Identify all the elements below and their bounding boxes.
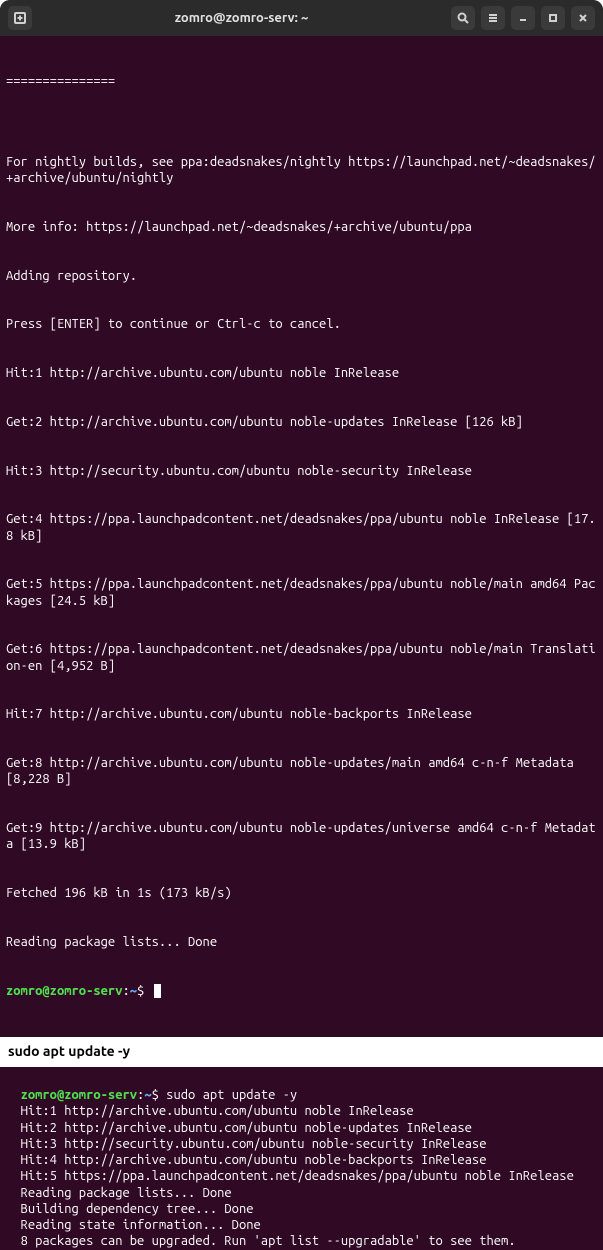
close-button[interactable] <box>571 6 595 30</box>
new-tab-button[interactable] <box>8 6 32 30</box>
terminal-line: Hit:3 http://security.ubuntu.com/ubuntu … <box>21 1137 487 1151</box>
terminal-line: Hit:5 https://ppa.launchpadcontent.net/d… <box>21 1169 574 1183</box>
window-title: zomro@zomro-serv: ~ <box>32 10 451 26</box>
terminal-line: Hit:3 http://security.ubuntu.com/ubuntu … <box>6 463 597 479</box>
titlebar: zomro@zomro-serv: ~ <box>0 0 603 36</box>
terminal-line: Reading package lists... Done <box>21 1186 232 1200</box>
close-icon <box>577 12 589 24</box>
terminal-line: Get:6 https://ppa.launchpadcontent.net/d… <box>6 641 597 674</box>
terminal-prompt: zomro@zomro-serv:~$ sudo apt update -y <box>21 1088 298 1102</box>
terminal-line: Get:4 https://ppa.launchpadcontent.net/d… <box>6 511 597 544</box>
search-icon <box>457 12 469 24</box>
terminal-prompt[interactable]: zomro@zomro-serv:~$ <box>6 983 597 999</box>
terminal-line: Get:9 http://archive.ubuntu.com/ubuntu n… <box>6 820 597 853</box>
terminal-line: Hit:1 http://archive.ubuntu.com/ubuntu n… <box>6 365 597 381</box>
prompt-user-host: zomro@zomro-serv <box>21 1088 137 1102</box>
minimize-icon <box>517 12 529 24</box>
maximize-icon <box>547 12 559 24</box>
terminal-line: For nightly builds, see ppa:deadsnakes/n… <box>6 154 597 187</box>
prompt-command: sudo apt update -y <box>166 1088 297 1102</box>
terminal-output-pane-2[interactable]: zomro@zomro-serv:~$ sudo apt update -y H… <box>0 1067 603 1250</box>
plus-box-icon <box>14 12 26 24</box>
prompt-symbol: $ <box>137 984 144 998</box>
terminal-line: Reading state information... Done <box>21 1218 261 1232</box>
command-caption: sudo apt update -y <box>0 1037 603 1067</box>
terminal-line: =============== <box>6 73 597 89</box>
prompt-symbol: $ <box>152 1088 159 1102</box>
terminal-line: Fetched 196 kB in 1s (173 kB/s) <box>6 885 597 901</box>
terminal-output-pane-1[interactable]: =============== For nightly builds, see … <box>0 36 603 1037</box>
maximize-button[interactable] <box>541 6 565 30</box>
terminal-line: Get:5 https://ppa.launchpadcontent.net/d… <box>6 576 597 609</box>
terminal-line: Hit:1 http://archive.ubuntu.com/ubuntu n… <box>21 1104 414 1118</box>
minimize-button[interactable] <box>511 6 535 30</box>
prompt-user-host: zomro@zomro-serv <box>6 984 122 998</box>
terminal-line: Building dependency tree... Done <box>21 1202 254 1216</box>
terminal-line: Hit:7 http://archive.ubuntu.com/ubuntu n… <box>6 706 597 722</box>
terminal-line: Adding repository. <box>6 268 597 284</box>
terminal-line: More info: https://launchpad.net/~deadsn… <box>6 219 597 235</box>
terminal-line: 8 packages can be upgraded. Run 'apt lis… <box>21 1234 516 1248</box>
terminal-window: zomro@zomro-serv: ~ =============== For … <box>0 0 603 1037</box>
search-button[interactable] <box>451 6 475 30</box>
hamburger-icon <box>487 12 499 24</box>
terminal-line: Hit:2 http://archive.ubuntu.com/ubuntu n… <box>21 1121 472 1135</box>
terminal-line: Get:2 http://archive.ubuntu.com/ubuntu n… <box>6 414 597 430</box>
menu-button[interactable] <box>481 6 505 30</box>
prompt-path: ~ <box>144 1088 151 1102</box>
terminal-line: Get:8 http://archive.ubuntu.com/ubuntu n… <box>6 755 597 788</box>
prompt-path: ~ <box>130 984 137 998</box>
terminal-line: Press [ENTER] to continue or Ctrl-c to c… <box>6 316 597 332</box>
terminal-line: Reading package lists... Done <box>6 934 597 950</box>
terminal-cursor <box>154 984 161 998</box>
terminal-line: Hit:4 http://archive.ubuntu.com/ubuntu n… <box>21 1153 487 1167</box>
